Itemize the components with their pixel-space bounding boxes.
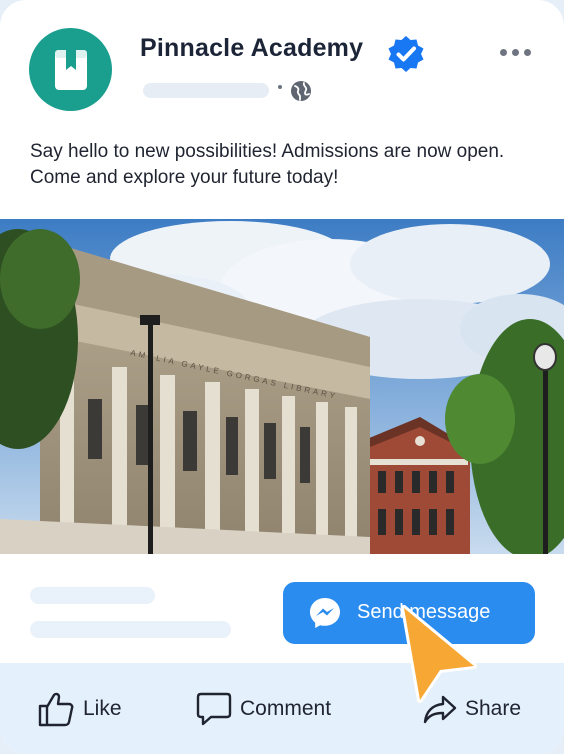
text-placeholder	[30, 587, 155, 604]
comment-bubble-icon	[196, 692, 232, 725]
timestamp-placeholder	[143, 83, 269, 98]
mouse-pointer-icon	[401, 605, 477, 703]
comment-label: Comment	[240, 696, 332, 720]
thumbs-up-icon	[38, 692, 74, 726]
page-avatar[interactable]	[29, 28, 112, 111]
more-dot	[500, 48, 507, 56]
comment-button[interactable]: Comment	[196, 663, 331, 754]
more-options-icon[interactable]	[500, 46, 536, 58]
more-dot	[512, 48, 519, 56]
text-placeholder	[30, 621, 231, 638]
verified-badge-icon	[388, 36, 424, 72]
meta-separator-dot	[278, 85, 282, 89]
like-button[interactable]: Like	[37, 663, 122, 754]
campus-building-photo: AMELIA GAYLE GORGAS LIBRARY	[0, 219, 564, 554]
page-name[interactable]: Pinnacle Academy	[140, 34, 363, 63]
book-icon	[54, 49, 87, 90]
post-text: Say hello to new possibilities! Admissio…	[30, 141, 505, 188]
like-label: Like	[83, 696, 122, 720]
more-dot	[524, 48, 531, 56]
globe-icon	[291, 81, 311, 101]
post-card: Pinnacle Academy Say hello to new possib…	[0, 0, 564, 754]
post-photo[interactable]: AMELIA GAYLE GORGAS LIBRARY	[0, 219, 564, 554]
messenger-icon	[310, 598, 340, 628]
